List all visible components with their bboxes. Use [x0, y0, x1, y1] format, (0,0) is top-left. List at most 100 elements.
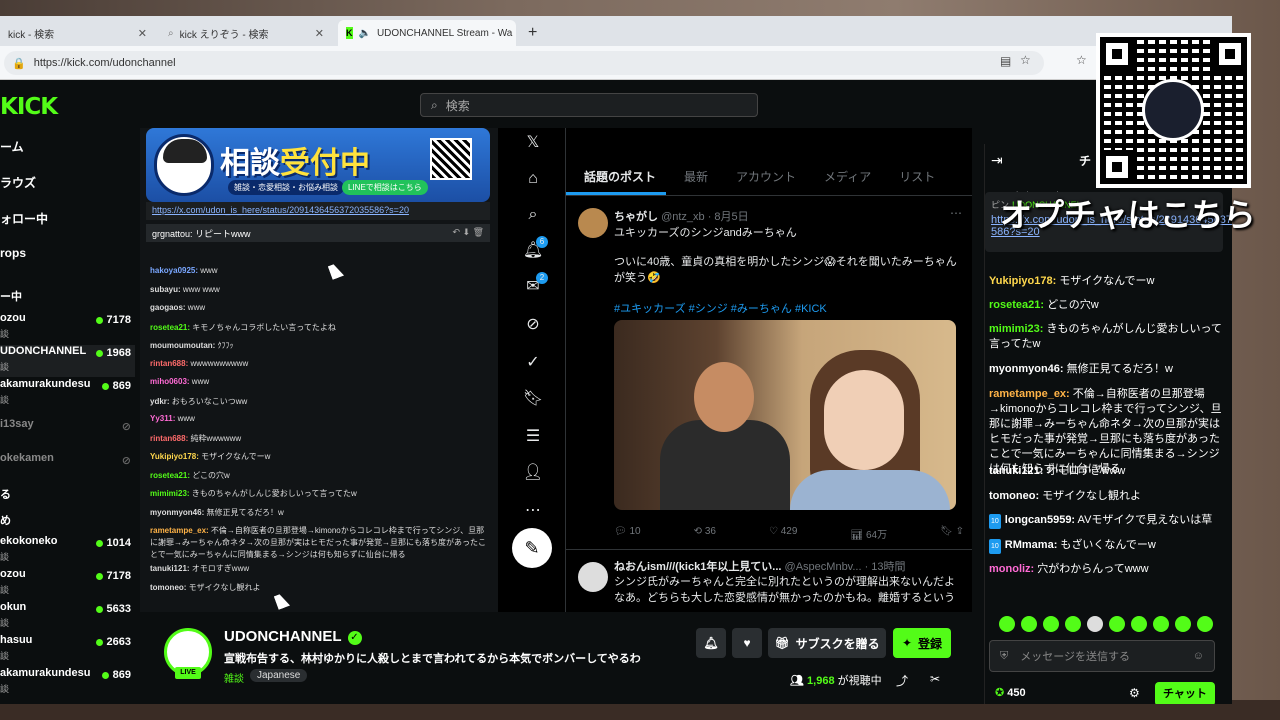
- favorite-icon[interactable]: ☆: [1020, 53, 1031, 67]
- sub-badge-icon: 10: [989, 539, 1001, 554]
- channel-item[interactable]: akamurakundesu 談 869: [0, 667, 135, 699]
- grok-icon[interactable]: ⊘: [522, 314, 544, 336]
- search-icon[interactable]: ⌕: [522, 204, 544, 226]
- emote-icon[interactable]: [1153, 616, 1169, 632]
- sidebar-item-drops[interactable]: rops: [0, 246, 26, 260]
- gear-icon[interactable]: ⚙: [1129, 686, 1140, 700]
- subscribe-button[interactable]: ✦ 登録: [893, 628, 951, 658]
- new-tab-button[interactable]: +: [520, 20, 546, 46]
- bookmark-icon[interactable]: 🔖︎ ⇪: [940, 526, 964, 541]
- chat-message: monoliz: 穴がわからんってwww: [989, 563, 1149, 575]
- url-field[interactable]: 🔒 https://kick.com/udonchannel: [4, 51, 1044, 75]
- live-dot-icon: [95, 638, 103, 646]
- bell-icon: 🔔︎: [703, 636, 719, 650]
- avatar[interactable]: [578, 562, 608, 592]
- list-icon[interactable]: ☰: [522, 426, 544, 448]
- emote-icon[interactable]: [999, 616, 1015, 632]
- category-link[interactable]: 雑談: [224, 670, 244, 685]
- kick-logo[interactable]: KICK: [0, 94, 58, 120]
- emote-icon[interactable]: [1175, 616, 1191, 632]
- bookmark-icon[interactable]: 🔖︎: [522, 388, 544, 410]
- browser-window: kick - 検索 ✕ ⌕ kick えりぞう - 検索 ✕ K 🔈 UDONCHAN…: [0, 16, 1232, 704]
- speaker-icon[interactable]: 🔈: [359, 28, 371, 39]
- close-icon[interactable]: ✕: [315, 27, 324, 40]
- browser-tab[interactable]: kick - 検索 ✕: [0, 20, 155, 46]
- language-tag[interactable]: Japanese: [250, 669, 308, 682]
- message-actions-icon[interactable]: ↶ ⬇ 🗑: [452, 227, 484, 238]
- tab-label: UDONCHANNEL Stream - Wa: [376, 27, 513, 39]
- tab-media[interactable]: メディア: [806, 156, 881, 195]
- like-button[interactable]: ♡ 429: [769, 526, 797, 541]
- channel-item[interactable]: ekokoneko 談 1014: [0, 535, 135, 567]
- notify-button[interactable]: 🔔︎: [696, 628, 726, 658]
- sidebar-item-home[interactable]: ーム: [0, 138, 24, 155]
- avatar[interactable]: [578, 208, 608, 238]
- gift-sub-button[interactable]: 🎁︎ サブスクを贈る: [768, 628, 886, 658]
- live-badge: LIVE: [175, 667, 201, 679]
- share-icon[interactable]: ⤴: [896, 672, 908, 689]
- live-dot-icon: [95, 605, 103, 613]
- channel-item[interactable]: hasuu 談 2663: [0, 634, 135, 666]
- post-image[interactable]: [614, 320, 956, 510]
- search-input[interactable]: ⌕ 検索: [420, 93, 758, 117]
- emote-icon[interactable]: [1197, 616, 1213, 632]
- sidebar-item-browse[interactable]: ラウズ: [0, 174, 36, 191]
- verified-icon[interactable]: ✓: [522, 352, 544, 374]
- channel-item-offline[interactable]: i13say ⊘: [0, 418, 135, 450]
- channel-item-active[interactable]: UDONCHANNEL 談 1968: [0, 345, 135, 377]
- channel-item[interactable]: ozou 談 7178: [0, 568, 135, 600]
- points-display[interactable]: ✪ 450: [995, 686, 1026, 699]
- browser-tab[interactable]: ⌕ kick えりぞう - 検索 ✕: [160, 20, 332, 46]
- emote-icon[interactable]: [1065, 616, 1081, 632]
- bell-icon[interactable]: 🔔︎ 6: [522, 236, 548, 262]
- post-more-icon[interactable]: ⋯: [950, 206, 962, 220]
- banner-link[interactable]: https://x.com/udon_is_here/status/209143…: [146, 202, 490, 220]
- post-author[interactable]: ねおんism///(kick1年以上見てい... @AspecMnbv... ·…: [614, 558, 906, 574]
- chat-input[interactable]: ⛨ メッセージを送信する ☺: [989, 640, 1215, 672]
- channel-item[interactable]: okun 談 5633: [0, 601, 135, 633]
- x-post[interactable]: ねおんism///(kick1年以上見てい... @AspecMnbv... ·…: [566, 550, 972, 612]
- channel-item-offline[interactable]: okekamen ⊘: [0, 452, 135, 484]
- channel-item[interactable]: ozou 談 7178: [0, 312, 135, 344]
- reader-icon[interactable]: ▤: [1000, 54, 1011, 68]
- collapse-chat-icon[interactable]: ⇥: [991, 152, 1003, 169]
- browser-tab-active[interactable]: K 🔈 UDONCHANNEL Stream - Wa✕: [338, 20, 516, 46]
- channel-name[interactable]: UDONCHANNEL ✓: [224, 628, 362, 645]
- chat-message: tomoneo: モザイクなし観れよ: [989, 490, 1141, 502]
- emote-icon[interactable]: [1021, 616, 1037, 632]
- stream-pinned-message: grgnattou: リピートwww ↶ ⬇ 🗑: [146, 224, 490, 242]
- more-icon[interactable]: ⋯: [522, 500, 544, 522]
- emote-icon[interactable]: [1109, 616, 1125, 632]
- live-dot-icon: [95, 316, 103, 324]
- favorites-bar-icon[interactable]: ☆: [1076, 53, 1087, 67]
- clip-icon[interactable]: ✂: [930, 672, 940, 686]
- channel-item[interactable]: akamurakundesu 談 869: [0, 378, 135, 410]
- message-icon[interactable]: ✉ 2: [522, 272, 548, 298]
- stream-chat-line: moumoumoutan: ｸﾌﾌｯ: [150, 341, 234, 350]
- views-button[interactable]: 📊︎ 64万: [850, 526, 887, 541]
- emote-icon[interactable]: [1131, 616, 1147, 632]
- tab-top-posts[interactable]: 話題のポスト: [566, 156, 667, 195]
- home-icon[interactable]: ⌂: [522, 168, 544, 190]
- video-player[interactable]: 相談受付中 雑談・恋愛相談・お悩み相談 LINEで相談はこちら https://…: [140, 128, 972, 612]
- post-author[interactable]: ちゃがし @ntz_xb · 8月5日: [614, 208, 749, 224]
- reply-button[interactable]: 💬︎ 10: [614, 526, 641, 541]
- close-icon[interactable]: ✕: [138, 27, 147, 40]
- x-logo-icon[interactable]: 𝕏: [522, 132, 544, 154]
- tab-latest[interactable]: 最新: [666, 156, 718, 195]
- emoji-icon[interactable]: ☺: [1193, 650, 1204, 662]
- emote-icon[interactable]: [1087, 616, 1103, 632]
- profile-icon[interactable]: 👤︎: [522, 462, 544, 484]
- tab-accounts[interactable]: アカウント: [718, 156, 806, 195]
- stream-left-panel: 相談受付中 雑談・恋愛相談・お悩み相談 LINEで相談はこちら https://…: [140, 128, 498, 612]
- banner-title: 相談受付中: [220, 146, 370, 181]
- send-chat-button[interactable]: チャット: [1155, 682, 1215, 704]
- compose-button[interactable]: ✎: [512, 528, 552, 568]
- follow-button[interactable]: ♥: [732, 628, 762, 658]
- x-post[interactable]: ちゃがし @ntz_xb · 8月5日 ⋯ ユキッカーズのシンジandみーちゃん…: [566, 196, 972, 550]
- post-hashtags[interactable]: #ユキッカーズ #シンジ #みーちゃん #KICK: [614, 300, 827, 316]
- tab-lists[interactable]: リスト: [881, 156, 945, 195]
- emote-icon[interactable]: [1043, 616, 1059, 632]
- sidebar-item-following[interactable]: ォロー中: [0, 210, 48, 227]
- repost-button[interactable]: ⟲ 36: [694, 526, 716, 541]
